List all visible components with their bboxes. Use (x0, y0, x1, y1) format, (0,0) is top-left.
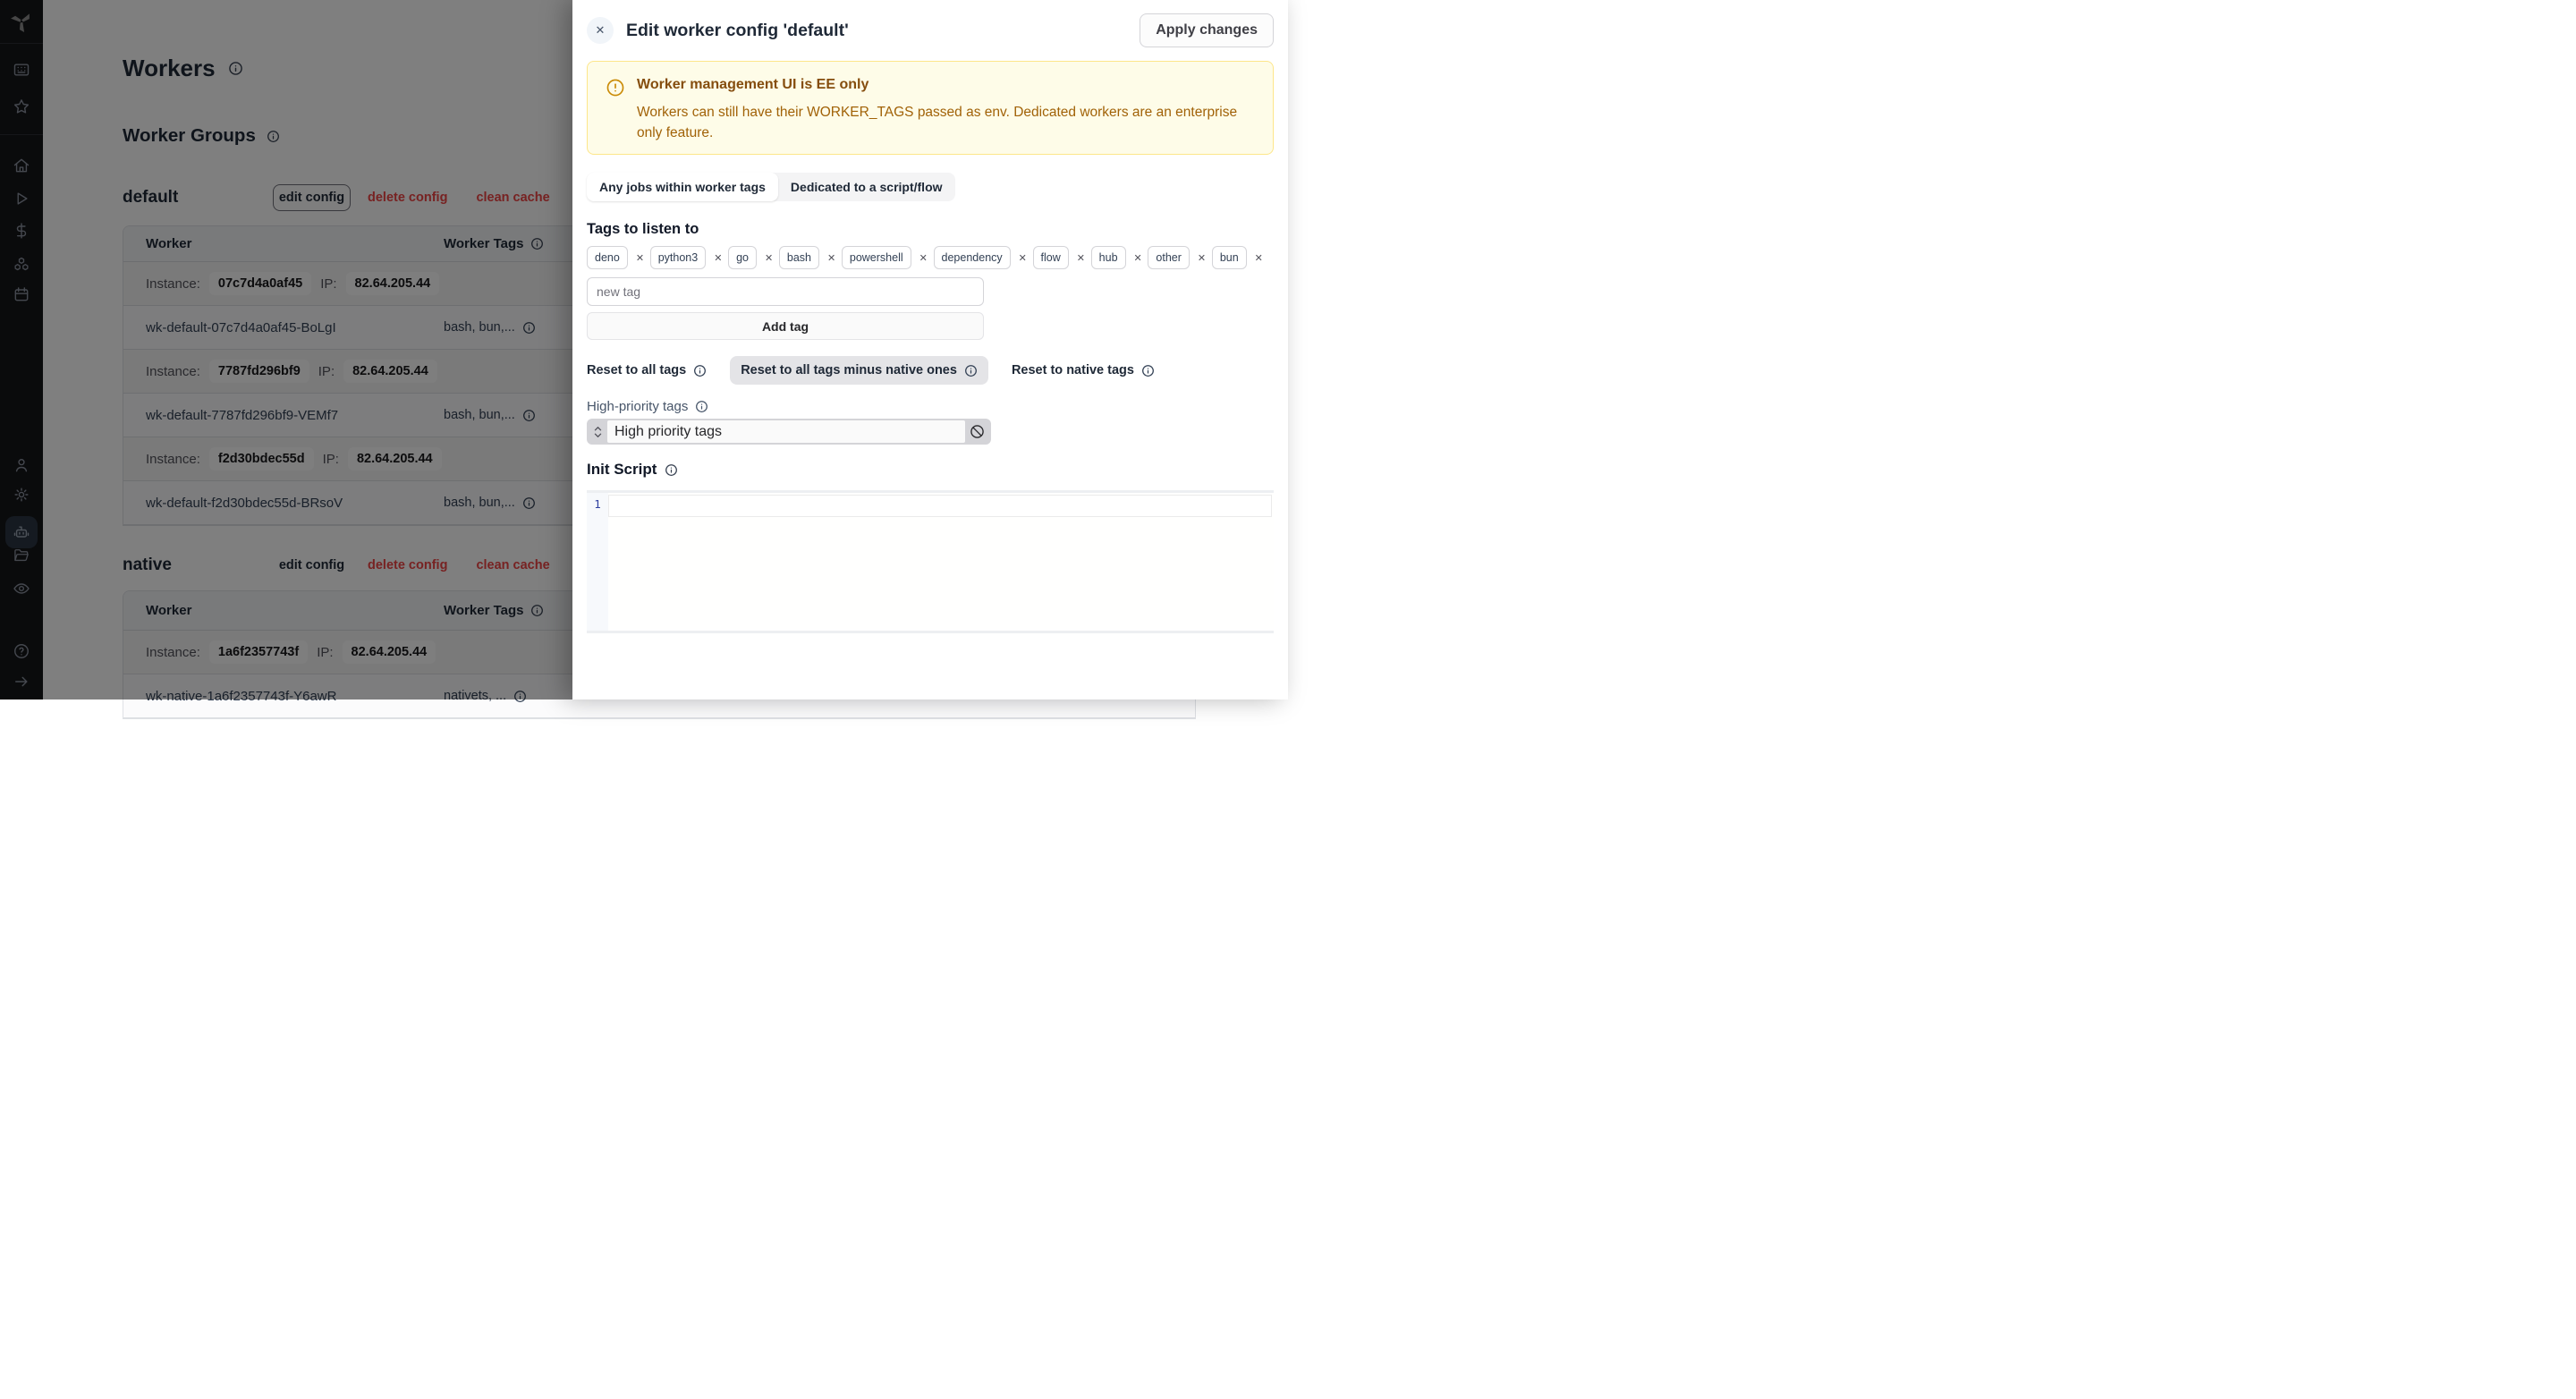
drawer-title: Edit worker config 'default' (626, 20, 849, 40)
apply-changes-button[interactable]: Apply changes (1140, 13, 1274, 47)
tag-chip: other ✕ (1148, 246, 1206, 269)
remove-tag-icon[interactable]: ✕ (1198, 252, 1206, 264)
editor-code-area[interactable] (608, 493, 1274, 631)
ee-warning-banner: Worker management UI is EE only Workers … (587, 61, 1274, 155)
remove-tag-icon[interactable]: ✕ (1134, 252, 1142, 264)
tag-chip: deno ✕ (587, 246, 644, 269)
remove-tag-icon[interactable]: ✕ (1255, 252, 1263, 264)
chevrons-up-down-icon (589, 426, 607, 438)
remove-tag-icon[interactable]: ✕ (636, 252, 644, 264)
reset-buttons-row: Reset to all tags Reset to all tags minu… (587, 356, 1274, 385)
info-icon[interactable] (693, 364, 707, 377)
tag-chip: dependency ✕ (933, 246, 1027, 269)
remove-tag-icon[interactable]: ✕ (714, 252, 722, 264)
tab-dedicated[interactable]: Dedicated to a script/flow (778, 173, 955, 201)
tab-any-jobs[interactable]: Any jobs within worker tags (587, 173, 778, 201)
editor-line-number: 1 (587, 493, 608, 631)
worker-mode-tabs: Any jobs within worker tags Dedicated to… (587, 173, 955, 201)
editor-current-line (608, 495, 1272, 517)
alert-circle-icon (606, 78, 625, 139)
info-icon[interactable] (964, 364, 978, 377)
reset-all-tags-button[interactable]: Reset to all tags (587, 363, 707, 377)
close-icon[interactable]: ✕ (587, 17, 614, 44)
high-priority-tags-label: High-priority tags (587, 399, 1274, 414)
tags-to-listen-heading: Tags to listen to (587, 221, 699, 237)
tag-chip: hub ✕ (1090, 246, 1142, 269)
edit-worker-config-drawer: ✕ Edit worker config 'default' Apply cha… (572, 0, 1288, 700)
tag-chips-row: deno ✕ python3 ✕ go ✕ bash ✕ powershell ✕ dep… (587, 246, 1274, 269)
info-icon[interactable] (695, 400, 708, 413)
drawer-header: ✕ Edit worker config 'default' Apply cha… (587, 11, 1274, 50)
remove-tag-icon[interactable]: ✕ (1077, 252, 1085, 264)
select-placeholder: High priority tags (607, 420, 965, 443)
high-priority-tags-select[interactable]: High priority tags (587, 419, 991, 445)
tag-chip: python3 ✕ (649, 246, 722, 269)
remove-tag-icon[interactable]: ✕ (1019, 252, 1027, 264)
remove-tag-icon[interactable]: ✕ (765, 252, 773, 264)
ban-icon[interactable] (965, 424, 989, 439)
tag-chip: flow ✕ (1032, 246, 1085, 269)
remove-tag-icon[interactable]: ✕ (919, 252, 928, 264)
banner-title: Worker management UI is EE only (637, 77, 869, 92)
reset-minus-native-button[interactable]: Reset to all tags minus native ones (730, 356, 988, 385)
tag-chip: powershell ✕ (841, 246, 928, 269)
tag-chip: bash ✕ (778, 246, 835, 269)
remove-tag-icon[interactable]: ✕ (827, 252, 835, 264)
info-icon[interactable] (665, 463, 678, 477)
modal-backdrop[interactable] (0, 0, 572, 700)
new-tag-input[interactable] (587, 277, 984, 306)
reset-native-tags-button[interactable]: Reset to native tags (1012, 363, 1155, 377)
banner-body: Workers can still have their WORKER_TAGS… (637, 105, 1238, 141)
add-tag-button[interactable]: Add tag (587, 312, 984, 340)
tag-chip: bun ✕ (1211, 246, 1263, 269)
init-script-heading: Init Script (587, 461, 1274, 479)
init-script-editor: 1 (587, 490, 1274, 633)
info-icon[interactable] (1141, 364, 1155, 377)
tag-chip: go ✕ (728, 246, 773, 269)
